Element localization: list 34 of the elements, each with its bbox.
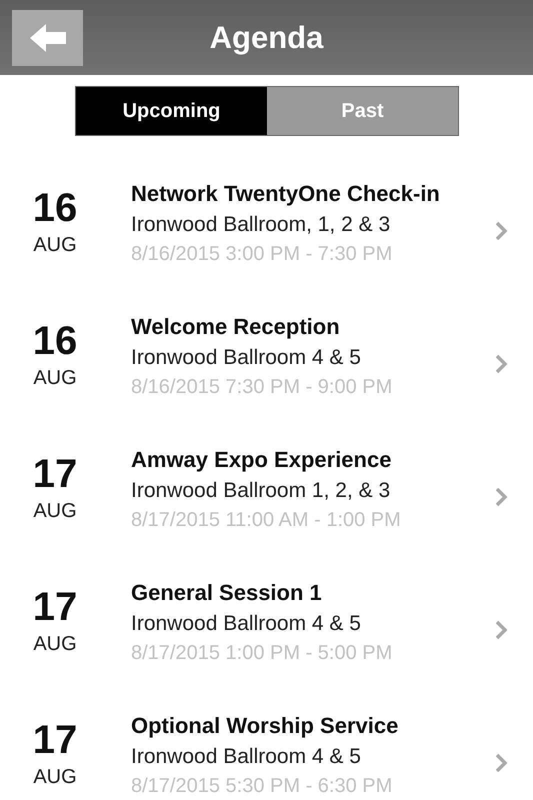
event-title[interactable]: Welcome Reception — [131, 314, 495, 340]
event-day: 16 — [32, 188, 78, 228]
page-title: Agenda — [210, 20, 324, 56]
event-title[interactable]: Amway Expo Experience — [131, 447, 495, 473]
back-button[interactable] — [12, 10, 83, 66]
event-time: 8/16/2015 3:00 PM - 7:30 PM — [131, 243, 394, 266]
event-time: 8/17/2015 5:30 PM - 6:30 PM — [131, 775, 394, 798]
event-location: Ironwood Ballroom 4 & 5 — [131, 346, 362, 370]
event-time: 8/17/2015 11:00 AM - 1:00 PM — [131, 509, 402, 532]
event-time: 8/17/2015 1:00 PM - 5:00 PM — [131, 642, 394, 665]
event-location: Ironwood Ballroom 4 & 5 — [131, 612, 362, 636]
event-day: 16 — [32, 321, 78, 361]
event-title[interactable]: Network TwentyOne Check-in — [131, 181, 495, 207]
event-title[interactable]: Optional Worship Service — [131, 713, 495, 739]
event-day: 17 — [32, 454, 78, 494]
chevron-right-icon[interactable] — [495, 620, 507, 640]
event-location: Ironwood Ballroom 1, 2, & 3 — [131, 479, 392, 503]
event-month: AUG — [33, 234, 77, 257]
chevron-right-icon[interactable] — [495, 220, 507, 240]
chevron-right-icon[interactable] — [495, 354, 507, 374]
event-month: AUG — [33, 367, 77, 390]
event-location: Ironwood Ballroom, 1, 2 & 3 — [131, 213, 392, 237]
back-arrow-icon — [28, 22, 68, 54]
event-title[interactable]: General Session 1 — [131, 580, 495, 606]
event-month: AUG — [33, 766, 77, 789]
chevron-right-icon[interactable] — [495, 486, 507, 506]
event-day: 17 — [32, 720, 78, 760]
event-month: AUG — [33, 633, 77, 656]
event-day: 17 — [32, 587, 78, 627]
chevron-right-icon[interactable] — [495, 752, 507, 772]
tab[interactable]: Upcoming — [76, 87, 267, 135]
event-month: AUG — [33, 500, 77, 523]
event-time: 8/16/2015 7:30 PM - 9:00 PM — [131, 376, 394, 399]
event-location: Ironwood Ballroom 4 & 5 — [131, 745, 362, 769]
